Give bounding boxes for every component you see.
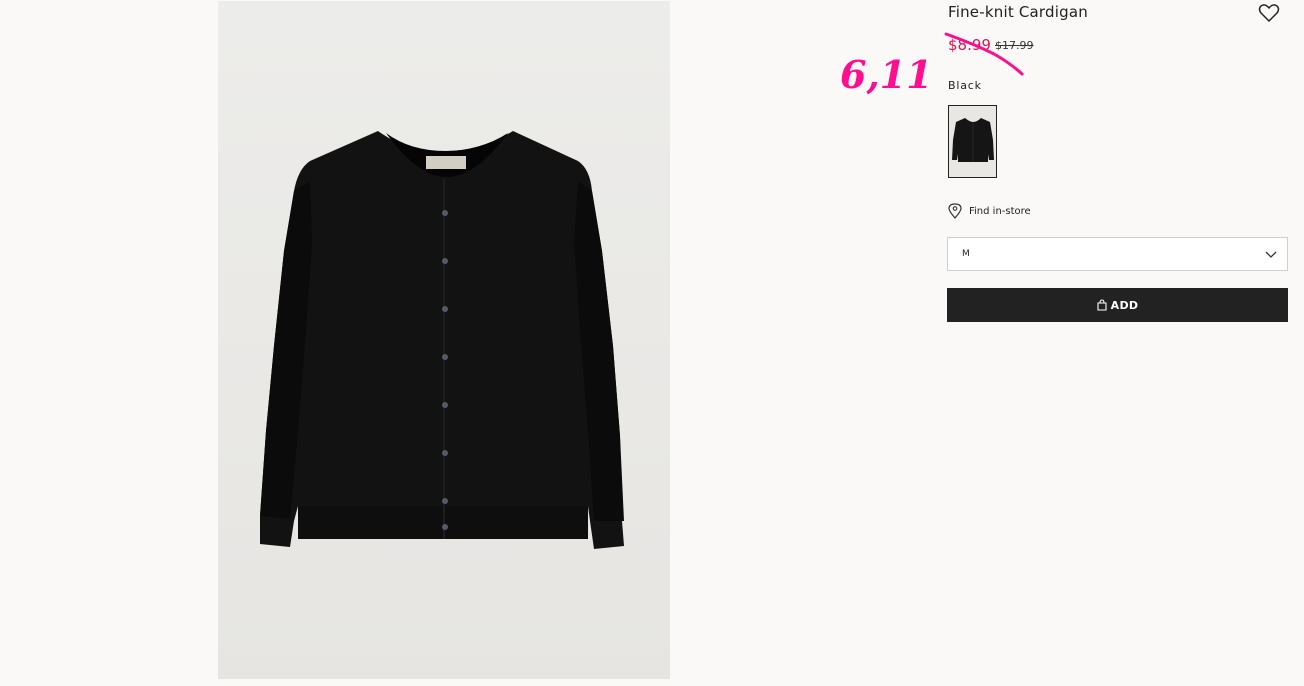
handwritten-annotation: 6,11 [840,52,933,97]
add-to-cart-button[interactable]: ADD [947,288,1288,322]
find-in-store-link[interactable]: Find in-store [948,202,1031,220]
color-swatch-black[interactable] [948,105,997,178]
color-label: Black [948,79,982,92]
heart-outline-icon[interactable] [1258,3,1280,23]
add-to-cart-label: ADD [1110,298,1139,312]
size-select[interactable]: M [947,237,1288,271]
product-image[interactable] [218,1,670,679]
strike-through-mark [944,32,1024,76]
product-title: Fine-knit Cardigan [948,3,1088,21]
size-select-value: M [962,249,970,259]
cardigan-illustration [260,131,624,549]
cardigan-thumbnail [952,118,994,162]
shopping-bag-icon [1097,299,1107,311]
chevron-down-icon [1265,251,1277,258]
product-page: Fine-knit Cardigan $8.99 $17.99 6,11 Bla… [0,0,1304,686]
location-pin-icon [948,203,962,219]
find-in-store-label: Find in-store [969,205,1031,217]
